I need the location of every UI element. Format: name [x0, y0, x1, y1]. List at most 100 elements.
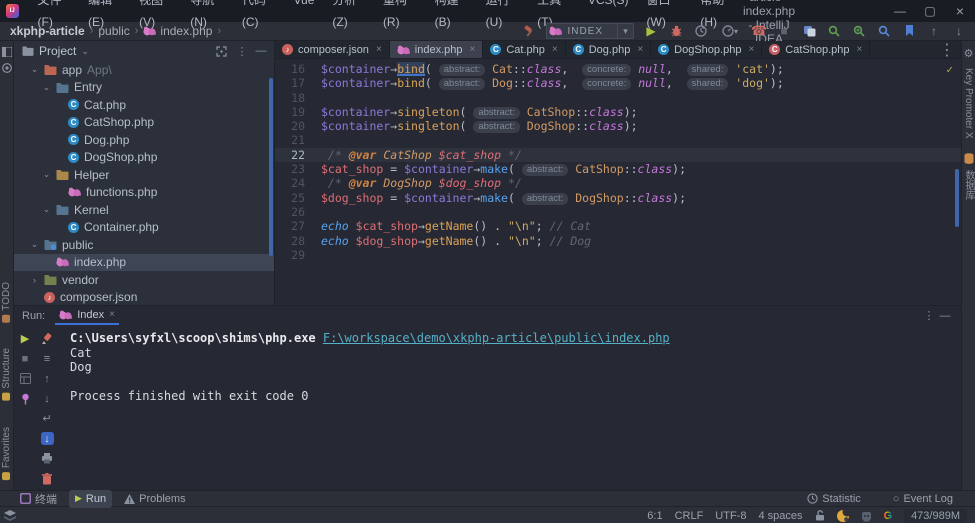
debug-button[interactable]	[668, 23, 684, 39]
menu-item[interactable]: 代码(C)	[233, 0, 285, 33]
code-editor[interactable]: 16$container→bind( abstract: Cat::class,…	[275, 59, 961, 305]
editor-tab-cat.php[interactable]: CCat.php×	[483, 41, 565, 58]
stop-phone-icon[interactable]: ☎	[751, 23, 767, 39]
tree-item-kernel[interactable]: ⌄Kernel	[14, 201, 274, 219]
tree-chevron-icon[interactable]: ⌄	[30, 64, 39, 75]
run-with-coverage-icon[interactable]	[693, 23, 709, 39]
close-icon[interactable]: ×	[945, 0, 975, 22]
minimize-icon[interactable]: —	[885, 0, 915, 22]
build-hammer-icon[interactable]	[521, 23, 537, 39]
tree-chevron-icon[interactable]: ›	[30, 275, 39, 285]
bookmark-icon[interactable]	[901, 23, 917, 39]
tree-chevron-icon[interactable]: ⌄	[30, 239, 39, 250]
notification-plugin-icon[interactable]	[837, 510, 849, 522]
project-tool-icon[interactable]	[2, 47, 12, 57]
clear-console-icon[interactable]	[41, 332, 54, 345]
run-console-output[interactable]: C:\Users\syfxl\scoop\shims\php.exe F:\wo…	[58, 325, 961, 490]
editor-scrollbar[interactable]	[955, 169, 959, 227]
editor-area[interactable]: ♪composer.json×index.php×CCat.php×CDog.p…	[275, 41, 961, 305]
maximize-icon[interactable]: ▢	[915, 0, 945, 22]
options-kebab-icon[interactable]: ⋮	[235, 45, 249, 58]
tree-item-cat-php[interactable]: CCat.php	[14, 96, 274, 114]
tree-item-composer-json[interactable]: ♪composer.json	[14, 289, 274, 307]
tool-window-button-statistic[interactable]: Statistic	[801, 492, 867, 506]
google-translate-icon[interactable]: G	[884, 510, 893, 522]
tree-chevron-icon[interactable]: ⌄	[42, 204, 51, 215]
soft-wrap-icon[interactable]: ↵	[41, 412, 54, 425]
console-file-link[interactable]: F:\workspace\demo\xkphp-article\public\i…	[323, 331, 670, 345]
close-icon[interactable]: ×	[637, 44, 643, 55]
next-occurrence-icon[interactable]: ↓	[951, 23, 967, 39]
menu-item[interactable]: 构建(B)	[426, 0, 477, 33]
database-icon[interactable]	[964, 153, 974, 164]
unlock-icon[interactable]	[815, 510, 825, 521]
status-item[interactable]: CRLF	[675, 510, 704, 522]
chevron-down-icon[interactable]: ⌄	[81, 46, 89, 57]
tool-stripe-favorites[interactable]: Favorites	[1, 427, 12, 480]
tool-stripe-todo[interactable]: TODO	[1, 282, 12, 323]
filter-icon[interactable]: ≡	[41, 352, 54, 365]
close-icon[interactable]: ×	[748, 44, 754, 55]
tree-chevron-icon[interactable]: ⌄	[42, 82, 51, 93]
restore-layout-icon[interactable]	[19, 372, 32, 385]
tab-options-kebab-icon[interactable]: ⋮	[939, 40, 955, 60]
plugin-icon[interactable]	[861, 510, 872, 522]
status-item[interactable]: UTF-8	[715, 510, 746, 522]
tool-stripe-key-promoter[interactable]: Key Promoter X	[963, 68, 974, 139]
breadcrumb-item[interactable]: public	[98, 24, 129, 38]
editor-tab-dogshop.php[interactable]: CDogShop.php×	[651, 41, 762, 58]
hide-panel-icon[interactable]: —	[937, 310, 953, 322]
menu-item[interactable]: 分析(Z)	[323, 0, 374, 33]
status-item[interactable]: 4 spaces	[758, 510, 802, 522]
rerun-icon[interactable]: ▶	[19, 332, 32, 345]
up-stack-trace-icon[interactable]: ↑	[41, 372, 54, 385]
tree-item-dogshop-php[interactable]: CDogShop.php	[14, 149, 274, 167]
run-tab-index[interactable]: Index ×	[55, 306, 119, 325]
pin-tab-icon[interactable]	[19, 392, 32, 405]
profiler-icon[interactable]: ▾	[718, 23, 742, 39]
scroll-to-end-icon[interactable]: ↓	[41, 432, 54, 445]
search-icon[interactable]	[826, 23, 842, 39]
tree-item-container-php[interactable]: CContainer.php	[14, 219, 274, 237]
print-icon[interactable]	[41, 452, 54, 465]
tool-window-button-终端[interactable]: 终端	[14, 490, 63, 508]
tool-stripe-structure[interactable]: Structure	[1, 348, 12, 401]
tree-item-index-php[interactable]: index.php	[14, 254, 274, 272]
run-button[interactable]: ▶	[643, 23, 659, 39]
project-scrollbar[interactable]	[269, 78, 273, 256]
down-stack-trace-icon[interactable]: ↓	[41, 392, 54, 405]
delete-icon[interactable]	[41, 472, 54, 485]
tool-windows-toggle-icon[interactable]	[4, 510, 16, 522]
memory-indicator[interactable]: 473/989M	[904, 509, 967, 523]
find-in-path-icon[interactable]	[876, 23, 892, 39]
breadcrumb-item[interactable]: index.php	[143, 24, 212, 38]
project-panel-header[interactable]: Project ⌄ ⋮ —	[14, 41, 274, 61]
status-item[interactable]: 6:1	[647, 510, 662, 522]
editor-tab-catshop.php[interactable]: CCatShop.php×	[762, 41, 870, 58]
tool-window-button-problems[interactable]: Problems	[118, 490, 191, 508]
tool-window-button-event-log[interactable]: ○Event Log	[887, 492, 959, 506]
close-icon[interactable]: ×	[376, 44, 382, 55]
tree-item-public[interactable]: ⌄public	[14, 236, 274, 254]
close-icon[interactable]: ×	[857, 44, 863, 55]
tree-item-catshop-php[interactable]: CCatShop.php	[14, 114, 274, 132]
options-kebab-icon[interactable]: ⋮	[921, 309, 937, 322]
tree-item-entry[interactable]: ⌄Entry	[14, 79, 274, 97]
tree-item-functions-php[interactable]: functions.php	[14, 184, 274, 202]
tool-stripe-database[interactable]: 数据库	[961, 170, 975, 200]
run-configuration-select[interactable]: INDEX ▾	[546, 23, 634, 39]
tree-item-app[interactable]: ⌄app App\	[14, 61, 274, 79]
tool-window-button-run[interactable]: ▶Run	[69, 490, 112, 508]
editor-tab-composer.json[interactable]: ♪composer.json×	[275, 41, 390, 58]
commit-tool-icon[interactable]	[2, 63, 12, 73]
tree-item-helper[interactable]: ⌄Helper	[14, 166, 274, 184]
inspection-ok-icon[interactable]: ✓	[946, 65, 954, 76]
replace-icon[interactable]	[851, 23, 867, 39]
previous-occurrence-icon[interactable]: ↑	[926, 23, 942, 39]
breadcrumb-item[interactable]: xkphp-article	[10, 24, 85, 38]
editor-tab-index.php[interactable]: index.php×	[390, 41, 484, 58]
locate-file-icon[interactable]	[216, 46, 230, 57]
tree-item-vendor[interactable]: ›vendor	[14, 271, 274, 289]
tree-chevron-icon[interactable]: ⌄	[42, 169, 51, 180]
attach-debugger-icon[interactable]	[801, 23, 817, 39]
